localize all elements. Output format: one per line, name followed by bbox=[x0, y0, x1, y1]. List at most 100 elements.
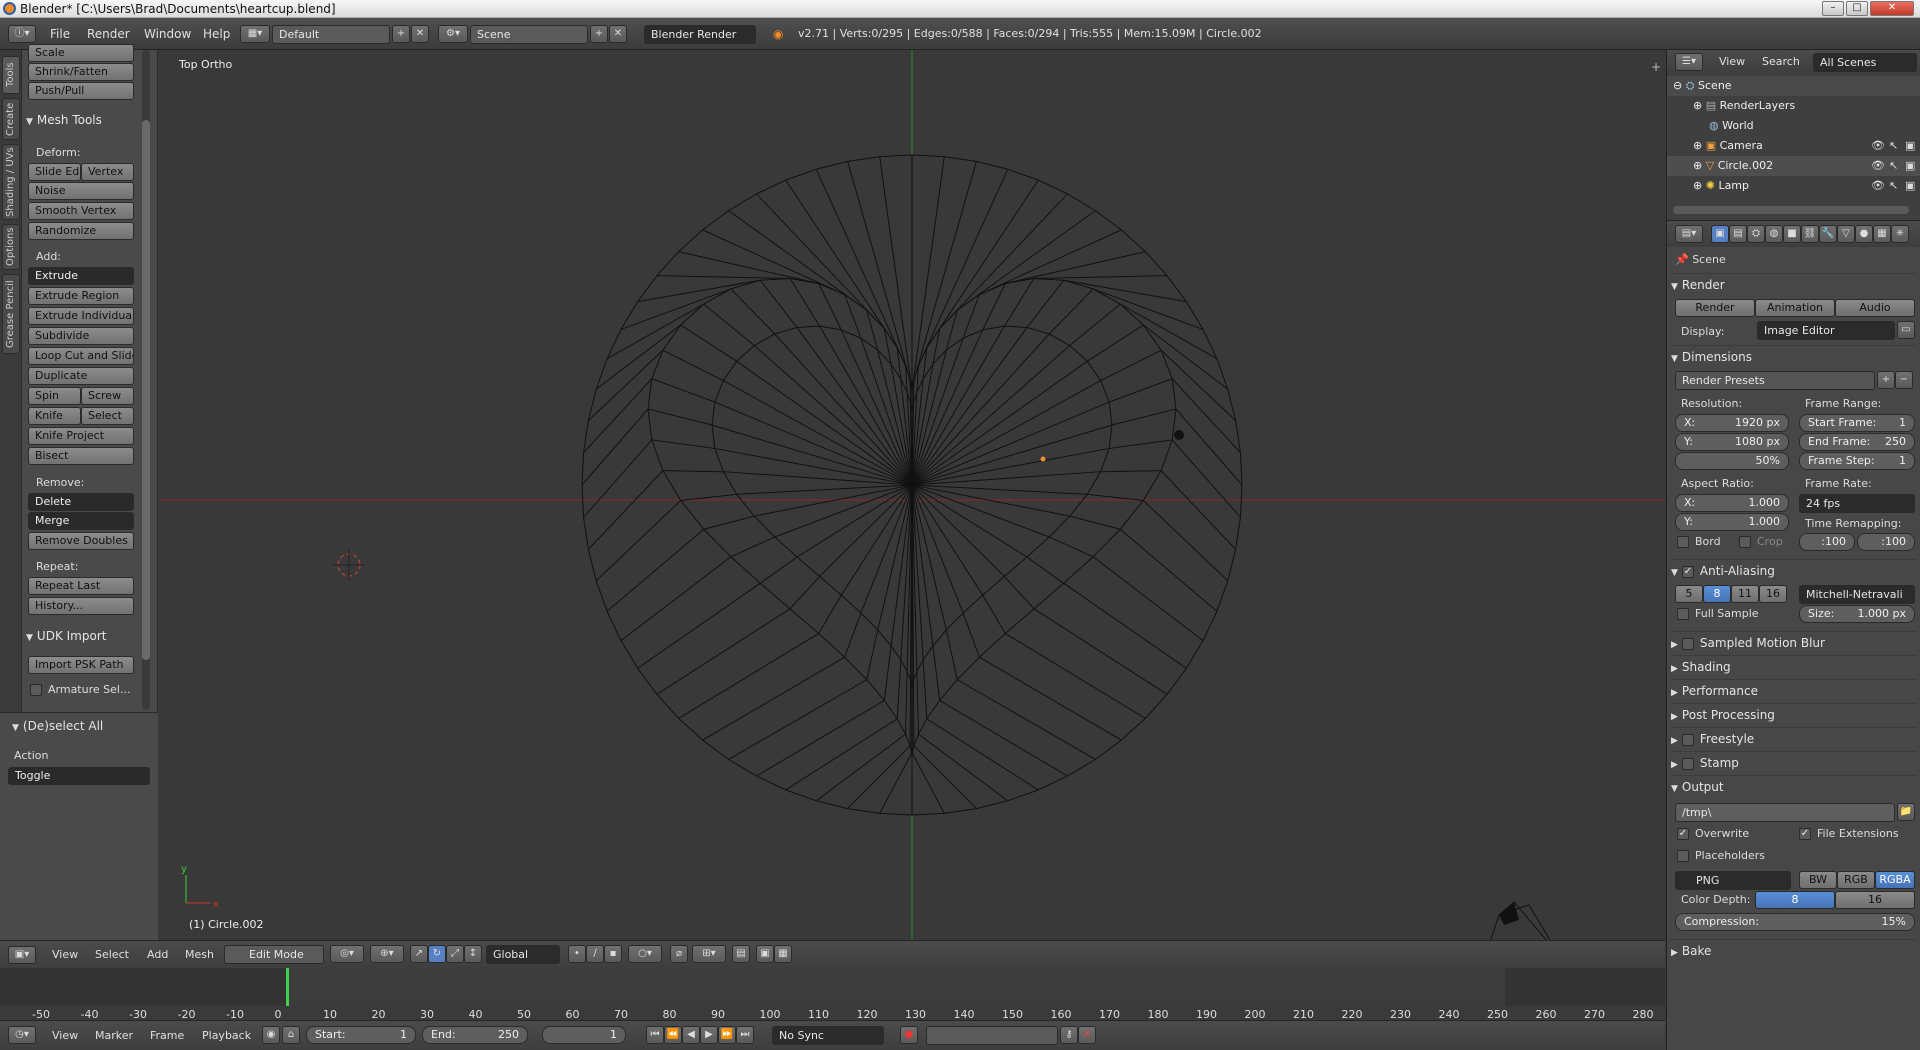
output-section-header[interactable]: ▼ Output bbox=[1671, 775, 1917, 797]
pin-icon[interactable]: 📌 bbox=[1675, 253, 1689, 266]
motion-blur-section-header[interactable]: ▶ Sampled Motion Blur bbox=[1671, 631, 1917, 653]
record-icon[interactable]: ● bbox=[900, 1026, 918, 1044]
output-path-field[interactable]: /tmp\ bbox=[1675, 803, 1895, 822]
spin-button[interactable]: Spin bbox=[28, 387, 81, 405]
color-depth-8-button[interactable]: 8 bbox=[1755, 891, 1835, 909]
layout-add-icon[interactable]: + bbox=[392, 25, 410, 43]
snap-toggle-icon[interactable]: ⌀ bbox=[670, 945, 688, 963]
bisect-button[interactable]: Bisect bbox=[28, 447, 134, 465]
resolution-y-field[interactable]: Y: 1080 px bbox=[1675, 433, 1789, 451]
slide-vertex-button[interactable]: Vertex bbox=[81, 163, 134, 181]
menu-render[interactable]: Render bbox=[87, 27, 130, 41]
material-context-icon[interactable]: ● bbox=[1855, 225, 1873, 243]
jump-end-icon[interactable]: ⏭ bbox=[736, 1026, 754, 1044]
autokey-record-icon[interactable]: ◉ bbox=[262, 1026, 280, 1044]
transform-icon[interactable]: ↕ bbox=[464, 945, 482, 963]
anti-aliasing-section-header[interactable]: ▼ ✓ Anti-Aliasing bbox=[1671, 559, 1917, 581]
remap-new-field[interactable]: :100 bbox=[1857, 533, 1915, 551]
vp-menu-add[interactable]: Add bbox=[147, 948, 168, 961]
jump-start-icon[interactable]: ⏮ bbox=[646, 1026, 664, 1044]
outliner-item-world[interactable]: ◍ World bbox=[1667, 116, 1920, 136]
end-frame-field[interactable]: End: 250 bbox=[422, 1026, 528, 1044]
loop-cut-button[interactable]: Loop Cut and Slide bbox=[28, 347, 134, 365]
color-rgba-button[interactable]: RGBA bbox=[1875, 871, 1915, 889]
folder-browse-icon[interactable]: 📁 bbox=[1897, 803, 1915, 821]
action-dropdown[interactable]: Toggle bbox=[8, 767, 150, 785]
freestyle-section-header[interactable]: ▶ Freestyle bbox=[1671, 727, 1917, 749]
extrude-region-button[interactable]: Extrude Region bbox=[28, 287, 134, 305]
post-processing-section-header[interactable]: ▶ Post Processing bbox=[1671, 703, 1917, 725]
close-button[interactable]: ✕ bbox=[1870, 1, 1914, 16]
file-format-select[interactable]: PNG bbox=[1675, 871, 1791, 890]
world-context-icon[interactable]: ◍ bbox=[1765, 225, 1783, 243]
tab-tools[interactable]: Tools bbox=[2, 56, 20, 94]
vp-menu-mesh[interactable]: Mesh bbox=[185, 948, 214, 961]
scale-icon[interactable]: ⤢ bbox=[446, 945, 464, 963]
layout-grid-icon[interactable]: ▦▾ bbox=[240, 25, 270, 43]
render-context-icon[interactable]: ▣ bbox=[1711, 225, 1729, 243]
select-arrow-icon[interactable]: ↖ bbox=[1889, 176, 1898, 196]
3d-viewport[interactable]: Top Ortho y x (1) Circle.002 + bbox=[159, 50, 1665, 940]
shrink-fatten-button[interactable]: Shrink/Fatten bbox=[28, 63, 134, 81]
scene-context-icon[interactable]: ⛭ bbox=[1747, 225, 1765, 243]
current-frame-line[interactable] bbox=[286, 968, 289, 1006]
rotate-icon[interactable]: ↻ bbox=[428, 945, 446, 963]
render-section-header[interactable]: ▼ Render bbox=[1671, 273, 1917, 295]
timeline-editor-type-icon[interactable]: ◷▾ bbox=[8, 1026, 36, 1044]
stamp-section-header[interactable]: ▶ Stamp bbox=[1671, 751, 1917, 773]
dimensions-section-header[interactable]: ▼ Dimensions bbox=[1671, 345, 1917, 367]
mesh-canvas[interactable]: y x bbox=[159, 50, 1665, 940]
checkbox-icon[interactable] bbox=[1681, 733, 1694, 746]
aspect-y-field[interactable]: Y: 1.000 bbox=[1675, 513, 1789, 531]
render-camera-icon[interactable]: ▣ bbox=[1905, 176, 1915, 196]
shading-section-header[interactable]: ▶ Shading bbox=[1671, 655, 1917, 677]
repeat-last-button[interactable]: Repeat Last bbox=[28, 577, 134, 595]
color-depth-16-button[interactable]: 16 bbox=[1835, 891, 1915, 909]
operator-header[interactable]: ▼ (De)select All bbox=[12, 719, 103, 733]
start-frame-field[interactable]: Start Frame: 1 bbox=[1799, 414, 1915, 432]
extrude-dropdown[interactable]: Extrude bbox=[28, 267, 134, 285]
push-pull-button[interactable]: Push/Pull bbox=[28, 82, 134, 100]
object-context-icon[interactable]: ■ bbox=[1783, 225, 1801, 243]
menu-window[interactable]: Window bbox=[144, 27, 191, 41]
render-camera-icon[interactable]: ▣ bbox=[1905, 156, 1915, 176]
color-rgb-button[interactable]: RGB bbox=[1837, 871, 1875, 889]
noise-button[interactable]: Noise bbox=[28, 182, 134, 200]
select-arrow-icon[interactable]: ↖ bbox=[1889, 136, 1898, 156]
maximize-button[interactable]: □ bbox=[1846, 1, 1868, 16]
snap-element-icon[interactable]: ⊞▾ bbox=[692, 945, 726, 963]
start-frame-field[interactable]: Start: 1 bbox=[306, 1026, 416, 1044]
tl-menu-playback[interactable]: Playback bbox=[202, 1029, 251, 1042]
history-button[interactable]: History... bbox=[28, 597, 134, 615]
texture-context-icon[interactable]: ▦ bbox=[1873, 225, 1891, 243]
properties-editor-type-icon[interactable]: ▤▾ bbox=[1675, 225, 1703, 243]
animation-button[interactable]: Animation bbox=[1755, 299, 1835, 317]
edge-select-icon[interactable]: ∕ bbox=[586, 945, 604, 963]
timeline-area[interactable]: -50 -40 -30 -20 -10 0 10 20 30 40 50 60 70 80 90 100 110… bbox=[0, 968, 1665, 1021]
tab-create[interactable]: Create bbox=[2, 98, 20, 140]
select-arrow-icon[interactable]: ↖ bbox=[1889, 156, 1898, 176]
slide-edge-button[interactable]: Slide Ed bbox=[28, 163, 81, 181]
outliner-item-scene[interactable]: ⊖ ⛭ Scene bbox=[1667, 76, 1920, 96]
orientation-select[interactable]: Global bbox=[486, 945, 560, 964]
render-preview-icon[interactable]: ▣ bbox=[756, 945, 774, 963]
delete-key-icon[interactable]: ✕ bbox=[1078, 1026, 1096, 1044]
bake-section-header[interactable]: ▶ Bake bbox=[1671, 939, 1917, 961]
udk-import-panel-header[interactable]: ▼ UDK Import bbox=[26, 626, 152, 646]
aa-sample-8[interactable]: 8 bbox=[1703, 585, 1731, 603]
armature-sel-checkbox[interactable]: Armature Sel... bbox=[30, 683, 130, 696]
layers-icon[interactable]: ▤ bbox=[732, 945, 750, 963]
knife-select-button[interactable]: Select bbox=[81, 407, 134, 425]
duplicate-button[interactable]: Duplicate bbox=[28, 367, 134, 385]
tl-menu-marker[interactable]: Marker bbox=[95, 1029, 133, 1042]
aa-sample-5[interactable]: 5 bbox=[1675, 585, 1703, 603]
aa-sample-16[interactable]: 16 bbox=[1759, 585, 1787, 603]
screw-button[interactable]: Screw bbox=[81, 387, 134, 405]
audio-button[interactable]: Audio bbox=[1835, 299, 1915, 317]
file-extensions-checkbox[interactable]: ✓ File Extensions bbox=[1799, 827, 1899, 840]
preset-add-icon[interactable]: + bbox=[1877, 371, 1895, 389]
minimize-button[interactable]: – bbox=[1822, 1, 1844, 16]
menu-file[interactable]: File bbox=[50, 27, 70, 41]
data-context-icon[interactable]: ▽ bbox=[1837, 225, 1855, 243]
scrollbar-thumb[interactable] bbox=[142, 120, 150, 660]
